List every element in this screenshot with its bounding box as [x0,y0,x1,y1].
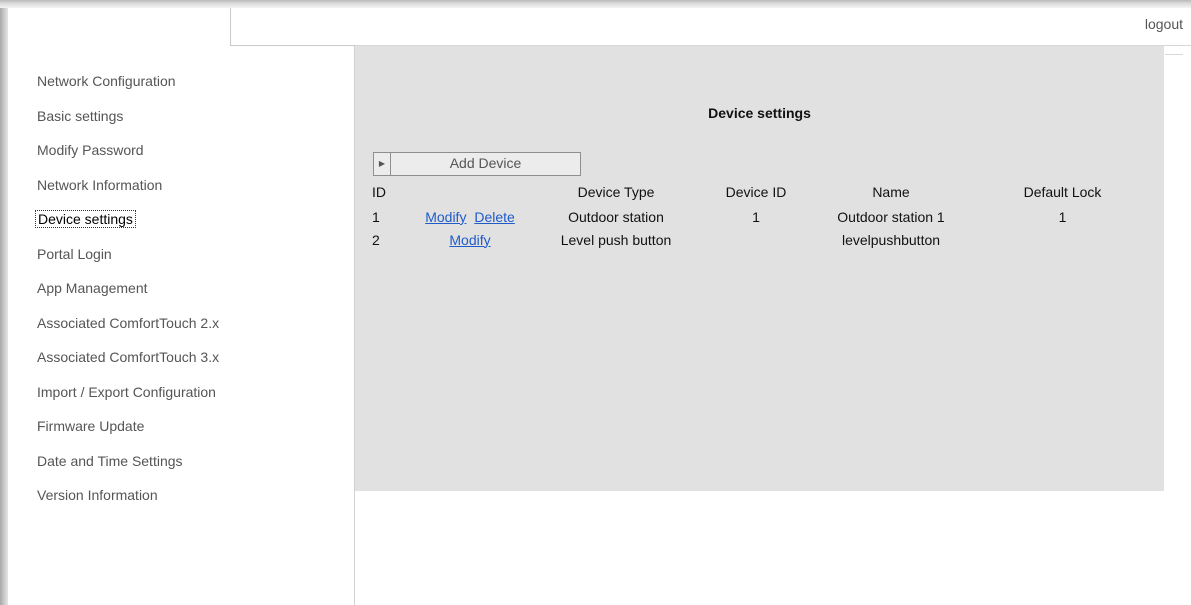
sidebar-item-label: Basic settings [37,107,124,124]
sidebar-item-label: App Management [37,280,148,296]
sidebar-item-basic-settings[interactable]: Basic settings [35,107,221,142]
cell-actions: Modify Delete [404,205,536,228]
sidebar-item-network-information[interactable]: Network Information [35,176,221,211]
main-header: logout [355,8,1191,46]
column-header-id: ID [372,184,386,200]
sidebar-item-portal-login[interactable]: Portal Login [35,245,221,280]
column-header-default-lock: Default Lock [1023,184,1102,200]
sidebar-nav: Network Configuration Basic settings Mod… [35,72,221,521]
column-header-device-type: Device Type [577,184,655,200]
sidebar-item-label: Device settings [35,210,136,228]
cell-id: 1 [372,208,380,225]
cell-actions: Modify [404,228,536,251]
sidebar-item-label: Network Information [37,176,163,193]
sidebar-item-comforttouch-2x[interactable]: Associated ComfortTouch 2.x [35,314,221,349]
sidebar-item-device-settings[interactable]: Device settings [35,210,221,245]
sidebar-item-label: Firmware Update [37,418,145,434]
column-header-actions [404,179,536,205]
window-top-border [0,0,1191,8]
sidebar-item-version-information[interactable]: Version Information [35,486,221,521]
sidebar-item-label: Associated ComfortTouch 3.x [37,349,220,365]
cell-device-id: 1 [752,208,760,225]
sidebar-item-date-time[interactable]: Date and Time Settings [35,452,221,487]
page-title: Device settings [708,105,811,121]
modify-link[interactable]: Modify [449,232,490,248]
cell-device-type: Outdoor station [568,208,664,225]
modify-link[interactable]: Modify [425,209,466,225]
device-table: ID Device Type Device ID Name Default Lo… [369,179,1159,251]
cell-name: levelpushbutton [841,231,941,248]
add-device-label: Add Device [449,155,522,171]
sidebar-item-label: Version Information [37,487,158,503]
sidebar-item-firmware-update[interactable]: Firmware Update [35,417,221,452]
triangle-right-icon: ▶ [374,153,391,175]
sidebar-item-import-export[interactable]: Import / Export Configuration [35,383,221,418]
add-device-button[interactable]: ▶ Add Device [373,152,581,176]
logout-link[interactable]: logout [1145,16,1183,32]
table-row: 1 Modify Delete Outdoor station 1 Outdoo… [369,205,1159,228]
sidebar-item-label: Associated ComfortTouch 2.x [37,314,220,331]
cell-id: 2 [372,231,380,248]
sidebar-item-modify-password[interactable]: Modify Password [35,141,221,176]
column-header-device-id: Device ID [725,184,787,200]
sidebar-item-label: Date and Time Settings [37,452,183,469]
header-divider-cell [230,8,355,46]
sidebar-item-comforttouch-3x[interactable]: Associated ComfortTouch 3.x [35,348,221,383]
window-left-frame [0,8,8,605]
table-header-row: ID Device Type Device ID Name Default Lo… [369,179,1159,205]
scroll-mark [1165,54,1183,55]
cell-device-type: Level push button [560,231,672,248]
column-header-name: Name [872,184,910,200]
sidebar-item-network-configuration[interactable]: Network Configuration [35,72,221,107]
table-row: 2 Modify Level push button levelpushbutt… [369,228,1159,251]
sidebar-item-label: Network Configuration [37,73,176,89]
logo-area [8,8,230,46]
cell-name: Outdoor station 1 [837,208,945,225]
sidebar-item-app-management[interactable]: App Management [35,279,221,314]
sidebar: Network Configuration Basic settings Mod… [8,46,355,605]
cell-default-lock [966,228,1159,251]
sidebar-item-label: Import / Export Configuration [37,383,216,400]
sidebar-item-label: Portal Login [37,245,112,262]
content-panel: Device settings ▶ Add Device ID Device T… [355,46,1164,491]
sidebar-item-label: Modify Password [37,142,144,158]
cell-device-id [696,228,816,251]
cell-default-lock: 1 [1058,208,1067,225]
delete-link[interactable]: Delete [474,209,514,225]
